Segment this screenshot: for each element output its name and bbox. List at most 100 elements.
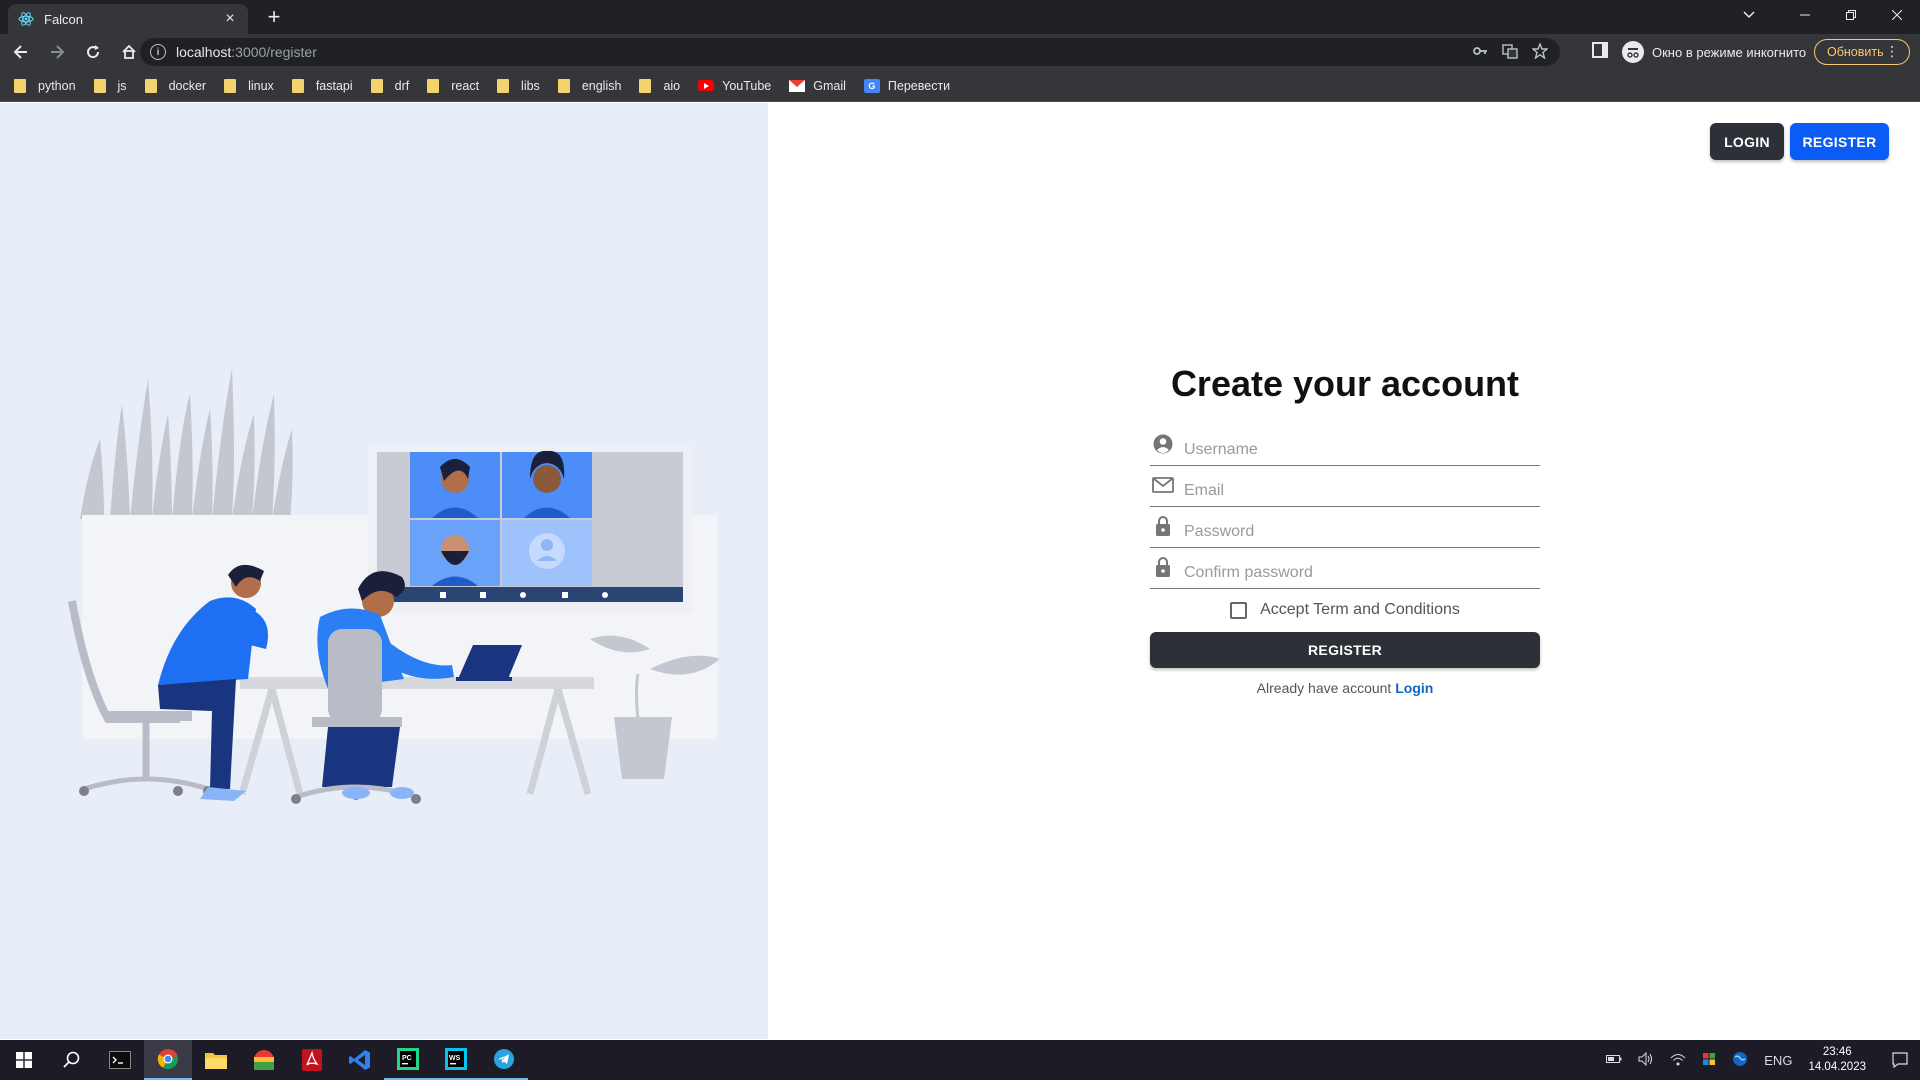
webstorm-icon[interactable]: WS (432, 1040, 480, 1080)
tab-title: Falcon (44, 11, 84, 27)
bookmark-label: Перевести (887, 78, 951, 93)
telegram-icon[interactable] (480, 1040, 528, 1080)
incognito-label: Окно в режиме инкогнито (1652, 44, 1807, 60)
restore-icon[interactable] (1828, 0, 1874, 30)
search-icon[interactable] (48, 1040, 96, 1080)
security-shield-icon[interactable] (1702, 1052, 1716, 1069)
video-meeting-illustration (68, 369, 720, 804)
clock[interactable]: 23:46 14.04.2023 (1808, 1045, 1866, 1075)
terms-checkbox[interactable] (1230, 601, 1248, 619)
tab-close-icon[interactable]: × (222, 10, 238, 28)
bookmark-label: english (581, 78, 622, 93)
bookmark-js[interactable]: js (93, 78, 127, 93)
key-icon[interactable] (1472, 43, 1488, 62)
react-favicon-icon (18, 11, 34, 27)
auth-panel: LOGIN REGISTER Create your account Usern… (768, 103, 1920, 1039)
language-indicator[interactable]: ENG (1764, 1053, 1792, 1068)
terminal-icon[interactable] (96, 1040, 144, 1080)
lock-icon (1152, 515, 1174, 537)
username-input[interactable] (1184, 441, 1524, 459)
new-tab-button[interactable]: + (260, 6, 288, 30)
bookmark-перевести[interactable]: G Перевести (863, 78, 951, 93)
site-info-icon[interactable]: i (150, 44, 166, 60)
reload-icon[interactable] (78, 37, 108, 67)
login-prompt: Already have account Login (1150, 680, 1540, 696)
pdf-reader-icon[interactable] (288, 1040, 336, 1080)
svg-text:PC: PC (402, 1055, 412, 1062)
start-icon[interactable] (0, 1040, 48, 1080)
bookmark-label: libs (521, 78, 540, 93)
illustration-panel (0, 103, 768, 1039)
translate-page-icon[interactable] (1502, 43, 1518, 62)
windows-taskbar: PC WS ENG 23:46 14.04.2023 (0, 1040, 1920, 1080)
bookmark-label: docker (168, 78, 207, 93)
register-submit-button[interactable]: REGISTER (1150, 632, 1540, 668)
notification-icon[interactable] (1880, 1040, 1920, 1080)
bookmark-drf[interactable]: drf (370, 78, 409, 93)
login-nav-button[interactable]: LOGIN (1710, 123, 1784, 160)
browser-toolbar: i localhost:3000/register Окно в режиме … (0, 34, 1920, 70)
tab-search-icon[interactable] (1726, 0, 1772, 30)
update-label: Обновить (1827, 45, 1884, 59)
clock-time: 23:46 (1822, 1046, 1852, 1058)
incognito-icon (1622, 41, 1644, 63)
bookmark-fastapi[interactable]: fastapi (291, 78, 353, 93)
username-field (1150, 425, 1540, 466)
browser-titlebar: Falcon × + (0, 0, 1920, 34)
folder-icon (291, 78, 304, 93)
network-icon[interactable] (1670, 1052, 1686, 1069)
update-button[interactable]: Обновить ⋮ (1814, 39, 1910, 65)
password-input[interactable] (1184, 523, 1524, 541)
bookmark-aio[interactable]: aio (639, 78, 680, 93)
bookmark-docker[interactable]: docker (144, 78, 207, 93)
pycharm-icon[interactable]: PC (384, 1040, 432, 1080)
bookmark-python[interactable]: python (14, 78, 76, 93)
side-panel-icon[interactable] (1592, 42, 1608, 58)
login-link[interactable]: Login (1395, 680, 1433, 696)
bookmark-label: Gmail (813, 78, 846, 93)
bookmark-gmail[interactable]: Gmail (789, 79, 846, 93)
bookmark-star-icon[interactable] (1531, 42, 1549, 62)
minimize-icon[interactable] (1782, 0, 1828, 30)
folder-icon (14, 78, 26, 93)
url-path: :3000/register (231, 44, 317, 60)
back-icon[interactable] (6, 37, 36, 67)
bookmark-label: js (117, 78, 127, 93)
email-field (1150, 466, 1540, 507)
confirm-password-input[interactable] (1184, 564, 1524, 582)
already-text: Already have account (1256, 680, 1392, 696)
system-tray: ENG 23:46 14.04.2023 (1598, 1040, 1920, 1080)
lock-icon (1152, 556, 1174, 578)
close-window-icon[interactable] (1874, 0, 1920, 30)
folder-icon (144, 78, 157, 93)
password-field (1150, 507, 1540, 548)
terms-label[interactable]: Accept Term and Conditions (1260, 601, 1460, 619)
incognito-indicator[interactable]: Окно в режиме инкогнито (1622, 38, 1806, 66)
register-nav-button[interactable]: REGISTER (1790, 123, 1889, 160)
bookmark-react[interactable]: react (427, 78, 479, 93)
vscode-icon[interactable] (336, 1040, 384, 1080)
forward-icon[interactable] (42, 37, 72, 67)
bookmark-youtube[interactable]: YouTube (698, 79, 771, 93)
user-icon (1152, 433, 1174, 455)
youtube-icon (698, 80, 715, 91)
volume-icon[interactable] (1638, 1051, 1654, 1069)
translate-icon: G (863, 78, 880, 93)
folder-icon (557, 78, 570, 93)
colorful-app-icon[interactable] (240, 1040, 288, 1080)
folder-icon (224, 78, 237, 93)
file-explorer-icon[interactable] (192, 1040, 240, 1080)
bookmark-label: YouTube (722, 78, 772, 93)
battery-icon[interactable] (1606, 1053, 1622, 1068)
address-bar[interactable]: i localhost:3000/register (140, 38, 1560, 66)
form-title: Create your account (1170, 363, 1520, 404)
globe-icon[interactable] (1732, 1051, 1748, 1070)
folder-icon (639, 78, 652, 93)
chrome-icon[interactable] (144, 1040, 192, 1080)
browser-tab[interactable]: Falcon × (8, 4, 248, 34)
bookmark-libs[interactable]: libs (497, 78, 540, 93)
email-input[interactable] (1184, 482, 1524, 500)
menu-dots-icon[interactable]: ⋮ (1885, 43, 1899, 59)
bookmark-linux[interactable]: linux (224, 78, 274, 93)
bookmark-english[interactable]: english (557, 78, 622, 93)
